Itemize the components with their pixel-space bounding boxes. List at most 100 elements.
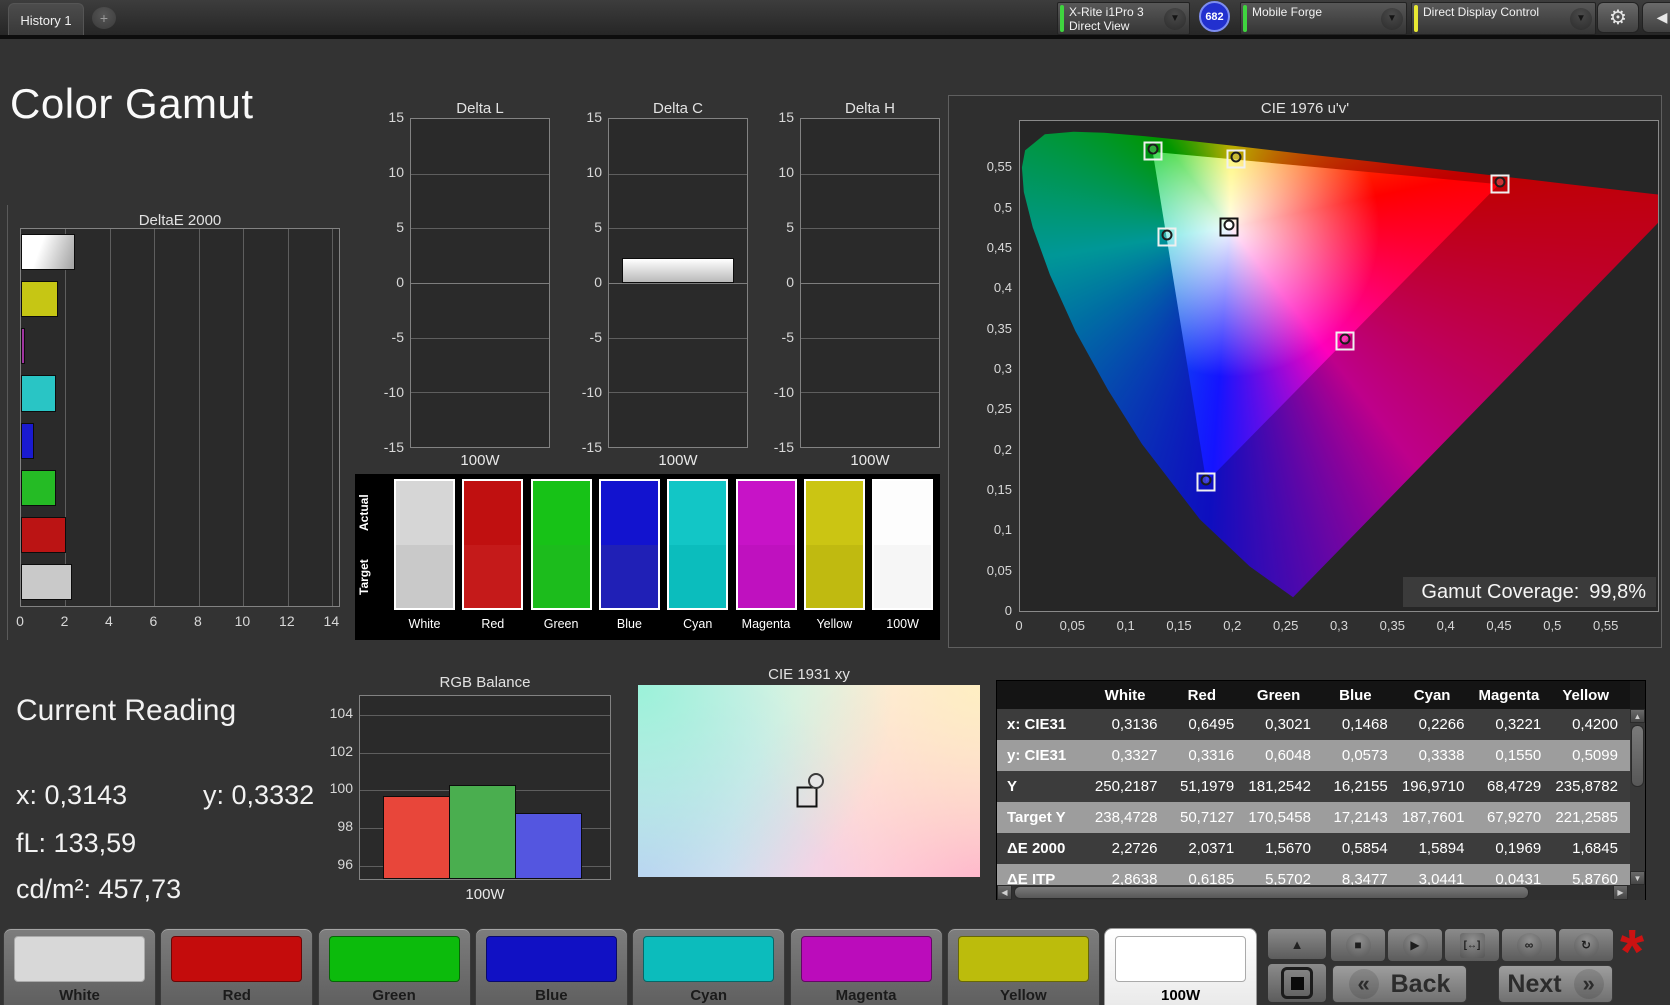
patch-button-100w[interactable]: 100W — [1104, 928, 1258, 1005]
cie-marker-red — [1490, 174, 1510, 194]
patch-swatch — [485, 936, 617, 982]
patch-button-white[interactable]: White — [3, 928, 156, 1005]
swatch-column-cyan — [667, 479, 729, 610]
source-name: Mobile Forge — [1252, 5, 1323, 19]
table-value: 250,2187 — [1094, 778, 1158, 795]
patch-label: Green — [372, 987, 416, 1004]
table-value: 1,5670 — [1265, 840, 1311, 857]
cie-marker-magenta — [1335, 331, 1355, 351]
display-control-dropdown[interactable]: Direct Display Control ▼ — [1411, 2, 1596, 35]
gridline — [801, 228, 939, 230]
target-swatch — [669, 544, 727, 608]
table-value: 0,3221 — [1495, 716, 1542, 733]
row-label: ΔE 2000 — [1007, 840, 1066, 857]
table-horizontal-scrollbar[interactable]: ◀ ▶ — [997, 885, 1645, 900]
scroll-right-button[interactable]: ▶ — [1613, 885, 1628, 900]
table-value: 5,8760 — [1572, 871, 1618, 885]
transport-refresh-button[interactable]: ↻ — [1558, 928, 1614, 962]
target-swatch — [805, 544, 863, 608]
range-icon: [↔] — [1459, 932, 1485, 958]
cie-x-tick: 0 — [1015, 618, 1023, 633]
transport-infinity-button[interactable]: ∞ — [1501, 928, 1557, 962]
next-button[interactable]: Next » — [1498, 965, 1613, 1003]
gamut-coverage-label: Gamut Coverage: — [1421, 580, 1580, 603]
gridline — [198, 229, 200, 606]
scroll-left-button[interactable]: ◀ — [997, 885, 1012, 900]
delta_c-y-tick: 5 — [594, 219, 602, 235]
cie-x-tick: 0,5 — [1543, 618, 1562, 633]
cie-marker-yellow — [1226, 149, 1246, 169]
chevron-down-icon[interactable]: ▼ — [1570, 7, 1592, 30]
actual-swatch — [532, 481, 590, 545]
deltae-x-tick: 8 — [193, 613, 202, 629]
chevron-down-icon[interactable]: ▼ — [1164, 7, 1186, 30]
chevron-up-icon: ▲ — [1290, 936, 1304, 952]
source-dropdown[interactable]: Mobile Forge ▼ — [1240, 2, 1407, 35]
gridline — [332, 229, 334, 606]
table-value: 0,6185 — [1188, 871, 1235, 885]
scroll-down-button[interactable]: ▼ — [1630, 871, 1645, 885]
scroll-up-button[interactable]: ▲ — [1630, 709, 1645, 723]
meter-dropdown[interactable]: X-Rite i1Pro 3 Direct View ▼ — [1057, 2, 1190, 35]
gridline — [154, 229, 156, 606]
gridline — [360, 714, 610, 716]
patch-button-green[interactable]: Green — [317, 928, 471, 1005]
swatch-column-magenta — [735, 479, 797, 610]
cie-x-tick: 0,55 — [1593, 618, 1619, 633]
table-vertical-scrollbar[interactable]: ▲ ▼ — [1630, 709, 1645, 885]
patch-button-cyan[interactable]: Cyan — [632, 928, 786, 1005]
delta_h-x-label: 100W — [850, 452, 890, 469]
delta_h-chart — [800, 118, 940, 448]
row-label: x: CIE31 — [1007, 716, 1067, 733]
collapse-panel-button[interactable]: ◀ — [1642, 2, 1670, 33]
table-column-header: Blue — [1339, 686, 1372, 704]
transport-stop-button[interactable]: ■ — [1330, 928, 1386, 962]
patch-swatch — [643, 936, 775, 982]
results-table: White Red Green Blue Cyan Magenta Yellow x: CIE… — [996, 680, 1646, 900]
table-header-row: White Red Green Blue Cyan Magenta Yellow — [997, 681, 1630, 709]
table-column-header: Green — [1256, 686, 1301, 704]
table-value: 8,3477 — [1341, 871, 1388, 885]
patch-button-red[interactable]: Red — [160, 928, 314, 1005]
delta_h-y-tick: 10 — [778, 164, 794, 180]
patch-label: White — [59, 987, 100, 1004]
patch-label: Blue — [535, 987, 568, 1004]
swatch-column-red — [462, 479, 524, 610]
patch-swatch — [800, 936, 932, 982]
add-tab-button[interactable]: + — [92, 7, 116, 29]
table-column-header: Yellow — [1562, 686, 1609, 704]
patch-button-yellow[interactable]: Yellow — [946, 928, 1100, 1005]
gridline — [801, 337, 939, 339]
target-swatch — [396, 544, 453, 608]
cie-y-tick: 0,4 — [993, 280, 1012, 296]
panel-expand-button[interactable]: ▲ — [1267, 928, 1327, 960]
table-value: 0,4200 — [1572, 716, 1618, 733]
settings-gear-button[interactable]: ⚙ — [1597, 2, 1639, 33]
swatch-column-yellow — [803, 479, 865, 610]
reading-fl: fL: 133,59 — [16, 828, 137, 858]
table-value: 235,8782 — [1555, 778, 1618, 795]
rgb-y-tick: 98 — [337, 818, 353, 835]
table-row: x: CIE31 0,3136 0,6495 0,3021 0,1468 0,2266 0,… — [997, 709, 1630, 740]
transport-play-button[interactable]: ▶ — [1387, 928, 1443, 962]
stop-target-button[interactable] — [1267, 963, 1327, 1003]
cie-y-tick: 0,5 — [993, 199, 1012, 215]
table-value: 5,5702 — [1265, 871, 1311, 885]
transport-range-button[interactable]: [↔] — [1444, 928, 1500, 962]
patch-button-blue[interactable]: Blue — [474, 928, 628, 1005]
delta_l-y-tick: 5 — [396, 219, 404, 235]
vscroll-thumb[interactable] — [1631, 725, 1644, 787]
table-value: 2,8638 — [1111, 871, 1158, 885]
gridline — [109, 229, 111, 606]
chevron-down-icon[interactable]: ▼ — [1381, 7, 1403, 30]
back-button[interactable]: « Back — [1332, 965, 1467, 1003]
reading-y: y: 0,3332 — [203, 780, 315, 810]
patch-button-magenta[interactable]: Magenta — [789, 928, 943, 1005]
tab-history[interactable]: History 1 — [8, 3, 84, 36]
patch-label: 100W — [1161, 987, 1201, 1004]
patch-swatch — [328, 936, 460, 982]
rgb-bar-red — [383, 795, 450, 879]
meter-status-strip — [1060, 5, 1064, 32]
hscroll-thumb[interactable] — [1014, 886, 1529, 899]
delta_l-y-tick: -10 — [383, 384, 404, 400]
